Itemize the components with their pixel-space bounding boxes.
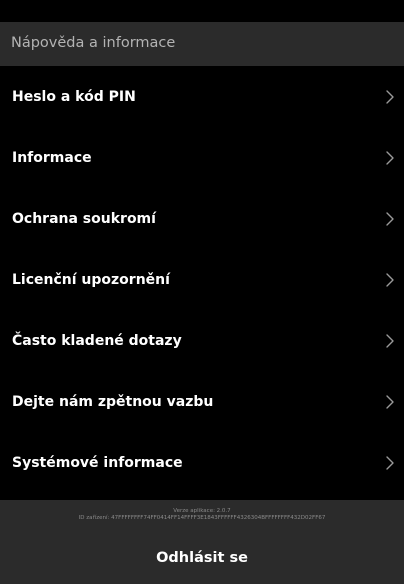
help-menu-list: Heslo a kód PIN Informace Ochrana soukro… <box>0 66 404 493</box>
chevron-right-icon <box>386 273 394 287</box>
menu-item-information[interactable]: Informace <box>0 127 404 188</box>
chevron-right-icon <box>386 212 394 226</box>
logout-button-label: Odhlásit se <box>156 550 248 566</box>
menu-item-feedback[interactable]: Dejte nám zpětnou vazbu <box>0 371 404 432</box>
section-header: Nápověda a informace <box>0 22 404 66</box>
menu-item-label: Licenční upozornění <box>12 272 170 288</box>
chevron-right-icon <box>386 334 394 348</box>
menu-item-label: Informace <box>12 150 92 166</box>
menu-item-label: Dejte nám zpětnou vazbu <box>12 394 214 410</box>
menu-item-privacy[interactable]: Ochrana soukromí <box>0 188 404 249</box>
menu-item-label: Systémové informace <box>12 455 183 471</box>
menu-item-password-pin[interactable]: Heslo a kód PIN <box>0 66 404 127</box>
logout-button[interactable]: Odhlásit se <box>0 530 404 584</box>
chevron-right-icon <box>386 151 394 165</box>
section-title: Nápověda a informace <box>11 35 176 51</box>
menu-item-label: Často kladené dotazy <box>12 333 182 349</box>
chevron-right-icon <box>386 456 394 470</box>
version-info: Verze aplikace: 2.0.7 ID zařízení: 47FFF… <box>0 500 404 530</box>
menu-item-faq[interactable]: Často kladené dotazy <box>0 310 404 371</box>
device-id-text: ID zařízení: 47FFFFFFFF74FF0414FF14FFFF3… <box>78 515 326 521</box>
menu-item-label: Heslo a kód PIN <box>12 89 136 105</box>
menu-item-system-info[interactable]: Systémové informace <box>0 432 404 493</box>
help-info-screen: Nápověda a informace Heslo a kód PIN Inf… <box>0 0 404 584</box>
chevron-right-icon <box>386 395 394 409</box>
menu-item-license-notices[interactable]: Licenční upozornění <box>0 249 404 310</box>
app-version-text: Verze aplikace: 2.0.7 <box>173 508 231 514</box>
menu-item-label: Ochrana soukromí <box>12 211 156 227</box>
chevron-right-icon <box>386 90 394 104</box>
